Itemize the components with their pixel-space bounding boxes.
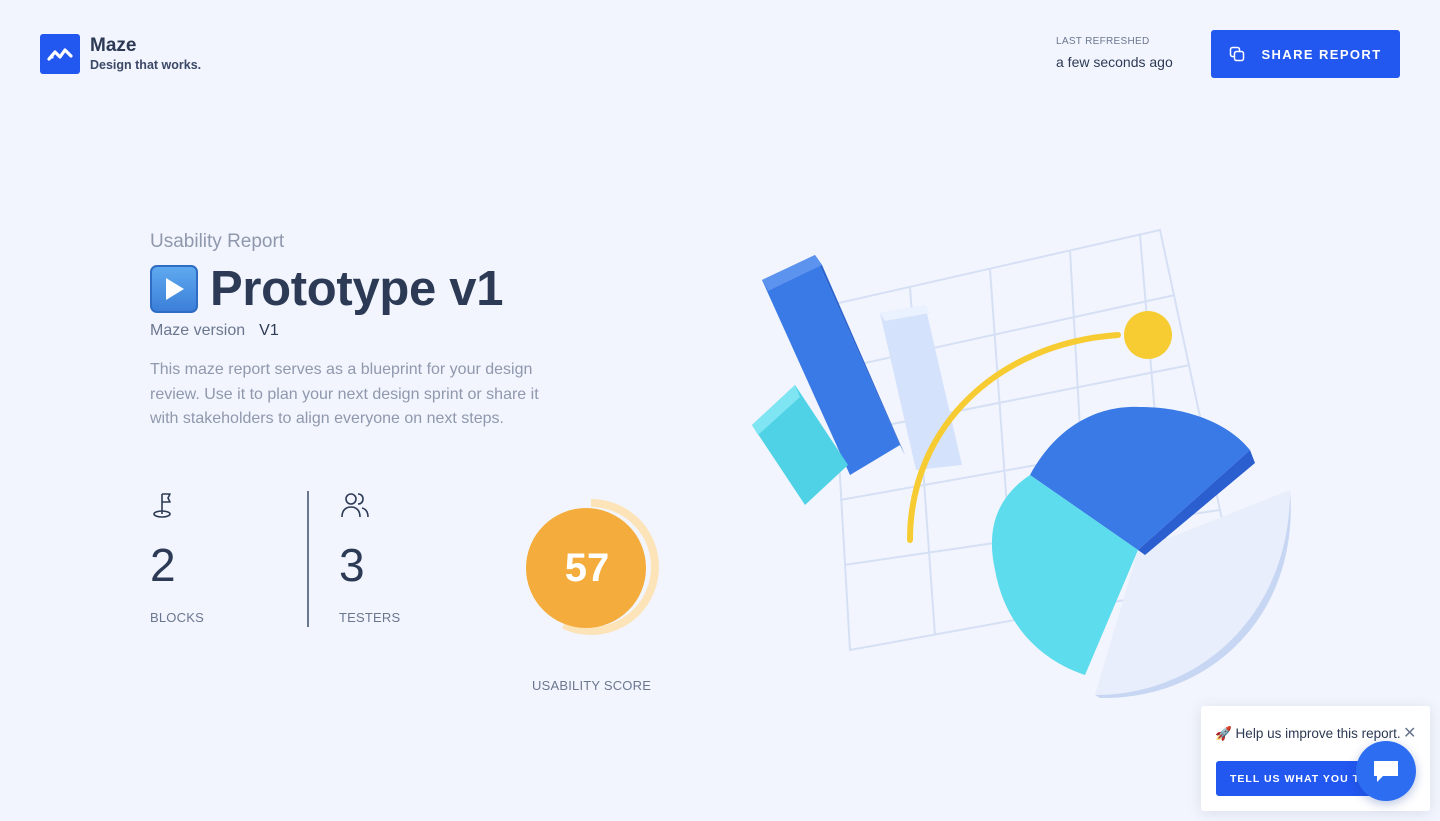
brand-logo[interactable]: Maze Design that works. [40,34,201,74]
report-type: Usability Report [150,231,285,252]
maze-version-value: V1 [259,322,279,339]
blocks-stat: 2 BLOCKS [150,490,204,625]
stats-divider [307,491,309,627]
yellow-ball [1124,311,1172,359]
feedback-prompt: 🚀 Help us improve this report. [1215,726,1401,741]
last-refreshed: LAST REFRESHED a few seconds ago [1056,36,1173,70]
usability-score-gauge: 57 [520,496,662,638]
chat-launcher-button[interactable] [1356,741,1416,801]
pie-chart-shape [991,406,1291,699]
play-button-icon [150,265,198,313]
blocks-count: 2 [150,539,176,591]
share-report-label: SHARE REPORT [1261,46,1382,62]
flag-icon [150,490,204,520]
close-icon[interactable]: ✕ [1403,726,1416,742]
usability-score-label: USABILITY SCORE [532,678,652,693]
users-icon [339,490,400,520]
usability-score-value: 57 [564,545,610,590]
brand-name: Maze [90,34,137,56]
report-illustration [752,228,1291,699]
report-page: Maze Design that works. LAST REFRESHED a… [0,0,1440,821]
last-refreshed-value: a few seconds ago [1056,54,1173,70]
blocks-label: BLOCKS [150,610,204,625]
report-description: This maze report serves as a blueprint f… [150,361,539,427]
maze-version-label: Maze version [150,322,246,339]
chat-bubble-icon [1374,761,1398,782]
testers-label: TESTERS [339,610,401,625]
page-title: Prototype v1 [210,262,504,316]
testers-stat: 3 TESTERS [339,490,400,625]
share-report-button[interactable]: SHARE REPORT [1211,30,1400,78]
maze-logo-icon [40,34,80,74]
last-refreshed-label: LAST REFRESHED [1056,36,1150,47]
brand-tagline: Design that works. [90,57,202,72]
report-title-row: Prototype v1 [150,261,504,317]
testers-count: 3 [339,539,365,591]
maze-version: Maze version V1 [150,322,279,340]
copy-icon [1230,46,1245,62]
